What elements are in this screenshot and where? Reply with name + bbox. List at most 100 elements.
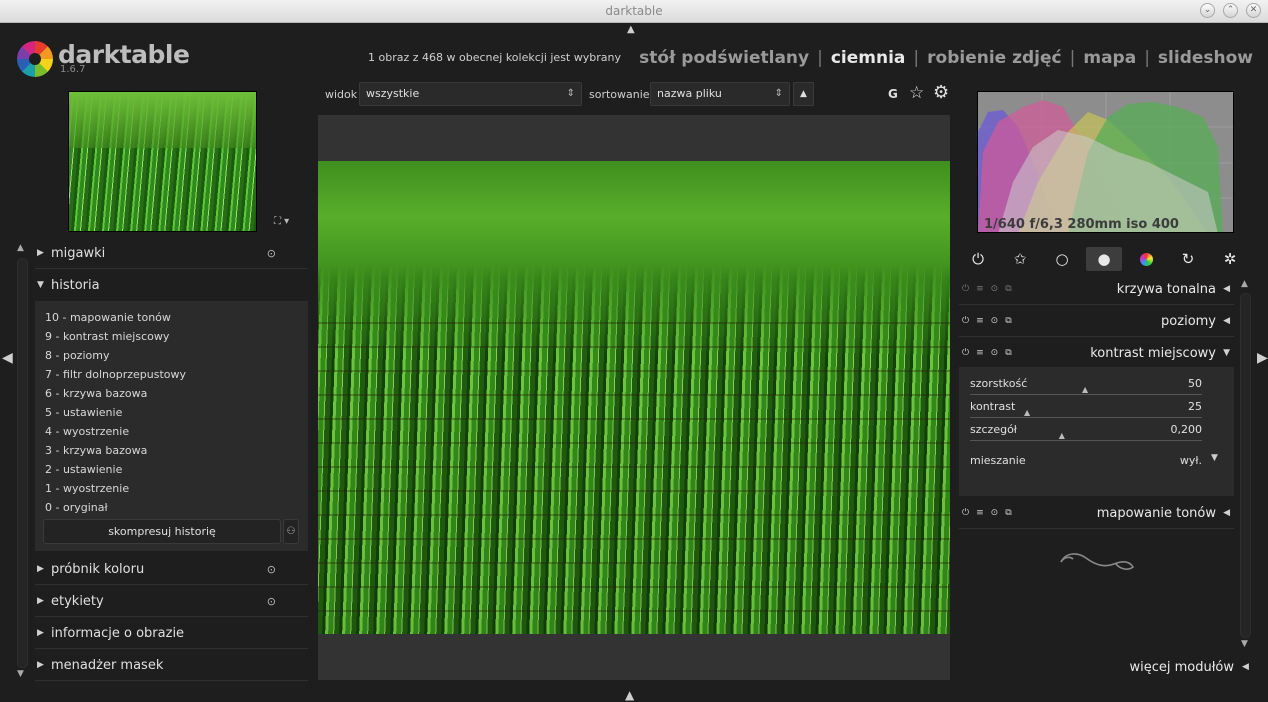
right-scrollbar[interactable]: ▲ ▼: [1238, 279, 1252, 651]
module-tags[interactable]: ▶ etykiety ⊙: [35, 587, 308, 617]
compress-history-button[interactable]: skompresuj historię: [43, 519, 281, 544]
power-icon[interactable]: ⏻: [960, 247, 996, 271]
module-controls-icons[interactable]: ⏻≡⊙⧉: [962, 284, 1019, 294]
navigation-thumbnail[interactable]: [68, 91, 257, 232]
left-scrollbar[interactable]: ▲ ▼: [15, 243, 29, 683]
ornament-swirl-icon: [1060, 553, 1135, 570]
module-controls-icons[interactable]: ⏻≡⊙⧉: [962, 316, 1019, 326]
slider-knob-icon[interactable]: ▲: [1024, 408, 1030, 417]
sort-direction-button[interactable]: ▲: [793, 82, 814, 106]
slider-track[interactable]: [970, 440, 1202, 441]
module-history[interactable]: ▼ historia: [35, 271, 308, 301]
module-mask-manager[interactable]: ▶ menadżer masek: [35, 651, 308, 681]
history-item[interactable]: 5 - ustawienie: [45, 406, 122, 419]
slider-knob-icon[interactable]: ▲: [1059, 431, 1065, 440]
effect-icon[interactable]: ✲: [1212, 247, 1248, 271]
view-darkroom[interactable]: ciemnia: [831, 48, 906, 68]
scroll-down-icon[interactable]: ▼: [17, 669, 24, 679]
view-tethering[interactable]: robienie zdjęć: [927, 48, 1061, 68]
view-switcher: stół podświetlany | ciemnia | robienie zdjęć…: [639, 48, 1253, 68]
maximize-button[interactable]: ⌃: [1223, 3, 1238, 18]
history-item[interactable]: 1 - wyostrzenie: [45, 482, 129, 495]
expand-arrow-icon: ▶: [37, 248, 44, 258]
view-separator: |: [913, 48, 920, 68]
history-item[interactable]: 4 - wyostrzenie: [45, 425, 129, 438]
sort-value: nazwa pliku: [657, 87, 722, 100]
rotate-icon[interactable]: ↻: [1170, 247, 1206, 271]
circle-icon[interactable]: ○: [1044, 247, 1080, 271]
collapse-top-arrow-icon[interactable]: ▲: [627, 24, 635, 35]
slider-value[interactable]: 25: [1188, 400, 1202, 413]
view-lighttable[interactable]: stół podświetlany: [639, 48, 809, 68]
gear-icon[interactable]: ⚙: [933, 82, 949, 103]
history-item[interactable]: 8 - poziomy: [45, 349, 109, 362]
grouping-toggle[interactable]: G: [888, 87, 898, 101]
scroll-down-icon[interactable]: ▼: [1241, 639, 1248, 649]
history-item[interactable]: 9 - kontrast miejscowy: [45, 330, 169, 343]
histogram-graph: [978, 92, 1233, 232]
minimize-button[interactable]: ⌄: [1200, 3, 1215, 18]
module-local-contrast[interactable]: ⏻≡⊙⧉ kontrast miejscowy ▼: [959, 339, 1234, 369]
collapse-left-arrow-icon[interactable]: ◀: [2, 350, 13, 366]
history-item[interactable]: 3 - krzywa bazowa: [45, 444, 147, 457]
expand-arrow-icon: ◀: [1223, 284, 1230, 294]
module-controls-icons[interactable]: ⏻≡⊙⧉: [962, 348, 1019, 358]
sort-select[interactable]: nazwa pliku ⇕: [650, 82, 790, 106]
filled-circle-icon[interactable]: ●: [1086, 247, 1122, 271]
slider-value[interactable]: 50: [1188, 377, 1202, 390]
module-tone-curve[interactable]: ⏻≡⊙⧉ krzywa tonalna ◀: [959, 275, 1234, 305]
more-modules-button[interactable]: więcej modułów: [1129, 660, 1234, 675]
module-label: kontrast miejscowy: [1090, 346, 1216, 361]
slider-track[interactable]: [970, 417, 1202, 418]
history-item[interactable]: 6 - krzywa bazowa: [45, 387, 147, 400]
module-snapshots[interactable]: ▶ migawki ⊙: [35, 239, 308, 269]
history-item[interactable]: 0 - oryginał: [45, 501, 108, 514]
module-label: etykiety: [51, 594, 104, 609]
view-filter-label: widok: [325, 88, 358, 101]
window-titlebar: darktable ⌄ ⌃ ✕: [0, 0, 1268, 23]
view-filter-value: wszystkie: [366, 87, 420, 100]
create-style-icon[interactable]: ⚇: [283, 519, 299, 544]
module-label: menadżer masek: [51, 658, 164, 673]
expand-arrow-icon[interactable]: ◀: [1242, 662, 1249, 672]
reset-icon[interactable]: ⊙: [267, 563, 276, 576]
collapse-right-arrow-icon[interactable]: ▶: [1257, 350, 1268, 366]
view-map[interactable]: mapa: [1083, 48, 1136, 68]
darktable-logo-icon: [17, 41, 53, 77]
select-updown-icon: ⇕: [566, 88, 575, 99]
zoom-menu-icon[interactable]: ⛶ ▾: [274, 216, 289, 227]
module-image-info[interactable]: ▶ informacje o obrazie: [35, 619, 308, 649]
scroll-up-icon[interactable]: ▲: [17, 243, 24, 253]
star-overlay-icon[interactable]: ☆: [909, 83, 924, 103]
collapse-bottom-arrow-icon[interactable]: ▲: [625, 688, 634, 702]
view-slideshow[interactable]: slideshow: [1158, 48, 1253, 68]
module-color-picker[interactable]: ▶ próbnik koloru ⊙: [35, 555, 308, 585]
scrollbar-track[interactable]: [17, 258, 28, 668]
expand-arrow-icon: ▶: [37, 564, 44, 574]
history-item[interactable]: 7 - filtr dolnoprzepustowy: [45, 368, 186, 381]
blend-value[interactable]: wył.: [1180, 454, 1202, 467]
close-button[interactable]: ✕: [1246, 3, 1261, 18]
scroll-up-icon[interactable]: ▲: [1241, 279, 1248, 289]
slider-value[interactable]: 0,200: [1171, 423, 1203, 436]
color-icon[interactable]: [1128, 247, 1164, 271]
expand-arrow-icon: ▶: [37, 660, 44, 670]
slider-knob-icon[interactable]: ▲: [1082, 385, 1088, 394]
module-levels[interactable]: ⏻≡⊙⧉ poziomy ◀: [959, 307, 1234, 337]
star-icon[interactable]: ✩: [1002, 247, 1038, 271]
histogram[interactable]: [977, 91, 1234, 233]
module-tone-mapping[interactable]: ⏻≡⊙⧉ mapowanie tonów ◀: [959, 499, 1234, 529]
view-filter-select[interactable]: wszystkie ⇕: [359, 82, 582, 106]
reset-icon[interactable]: ⊙: [267, 595, 276, 608]
history-item[interactable]: 10 - mapowanie tonów: [45, 311, 171, 324]
scrollbar-track[interactable]: [1240, 293, 1251, 638]
dropdown-arrow-icon[interactable]: ▼: [1211, 453, 1218, 463]
slider-track[interactable]: [970, 394, 1202, 395]
history-list: 10 - mapowanie tonów 9 - kontrast miejsc…: [35, 301, 308, 551]
history-item[interactable]: 2 - ustawienie: [45, 463, 122, 476]
module-controls-icons[interactable]: ⏻≡⊙⧉: [962, 508, 1019, 518]
collapse-arrow-icon: ▼: [37, 280, 44, 290]
reset-icon[interactable]: ⊙: [267, 247, 276, 260]
edited-photo[interactable]: [318, 161, 950, 634]
app-version: 1.6.7: [60, 64, 86, 75]
